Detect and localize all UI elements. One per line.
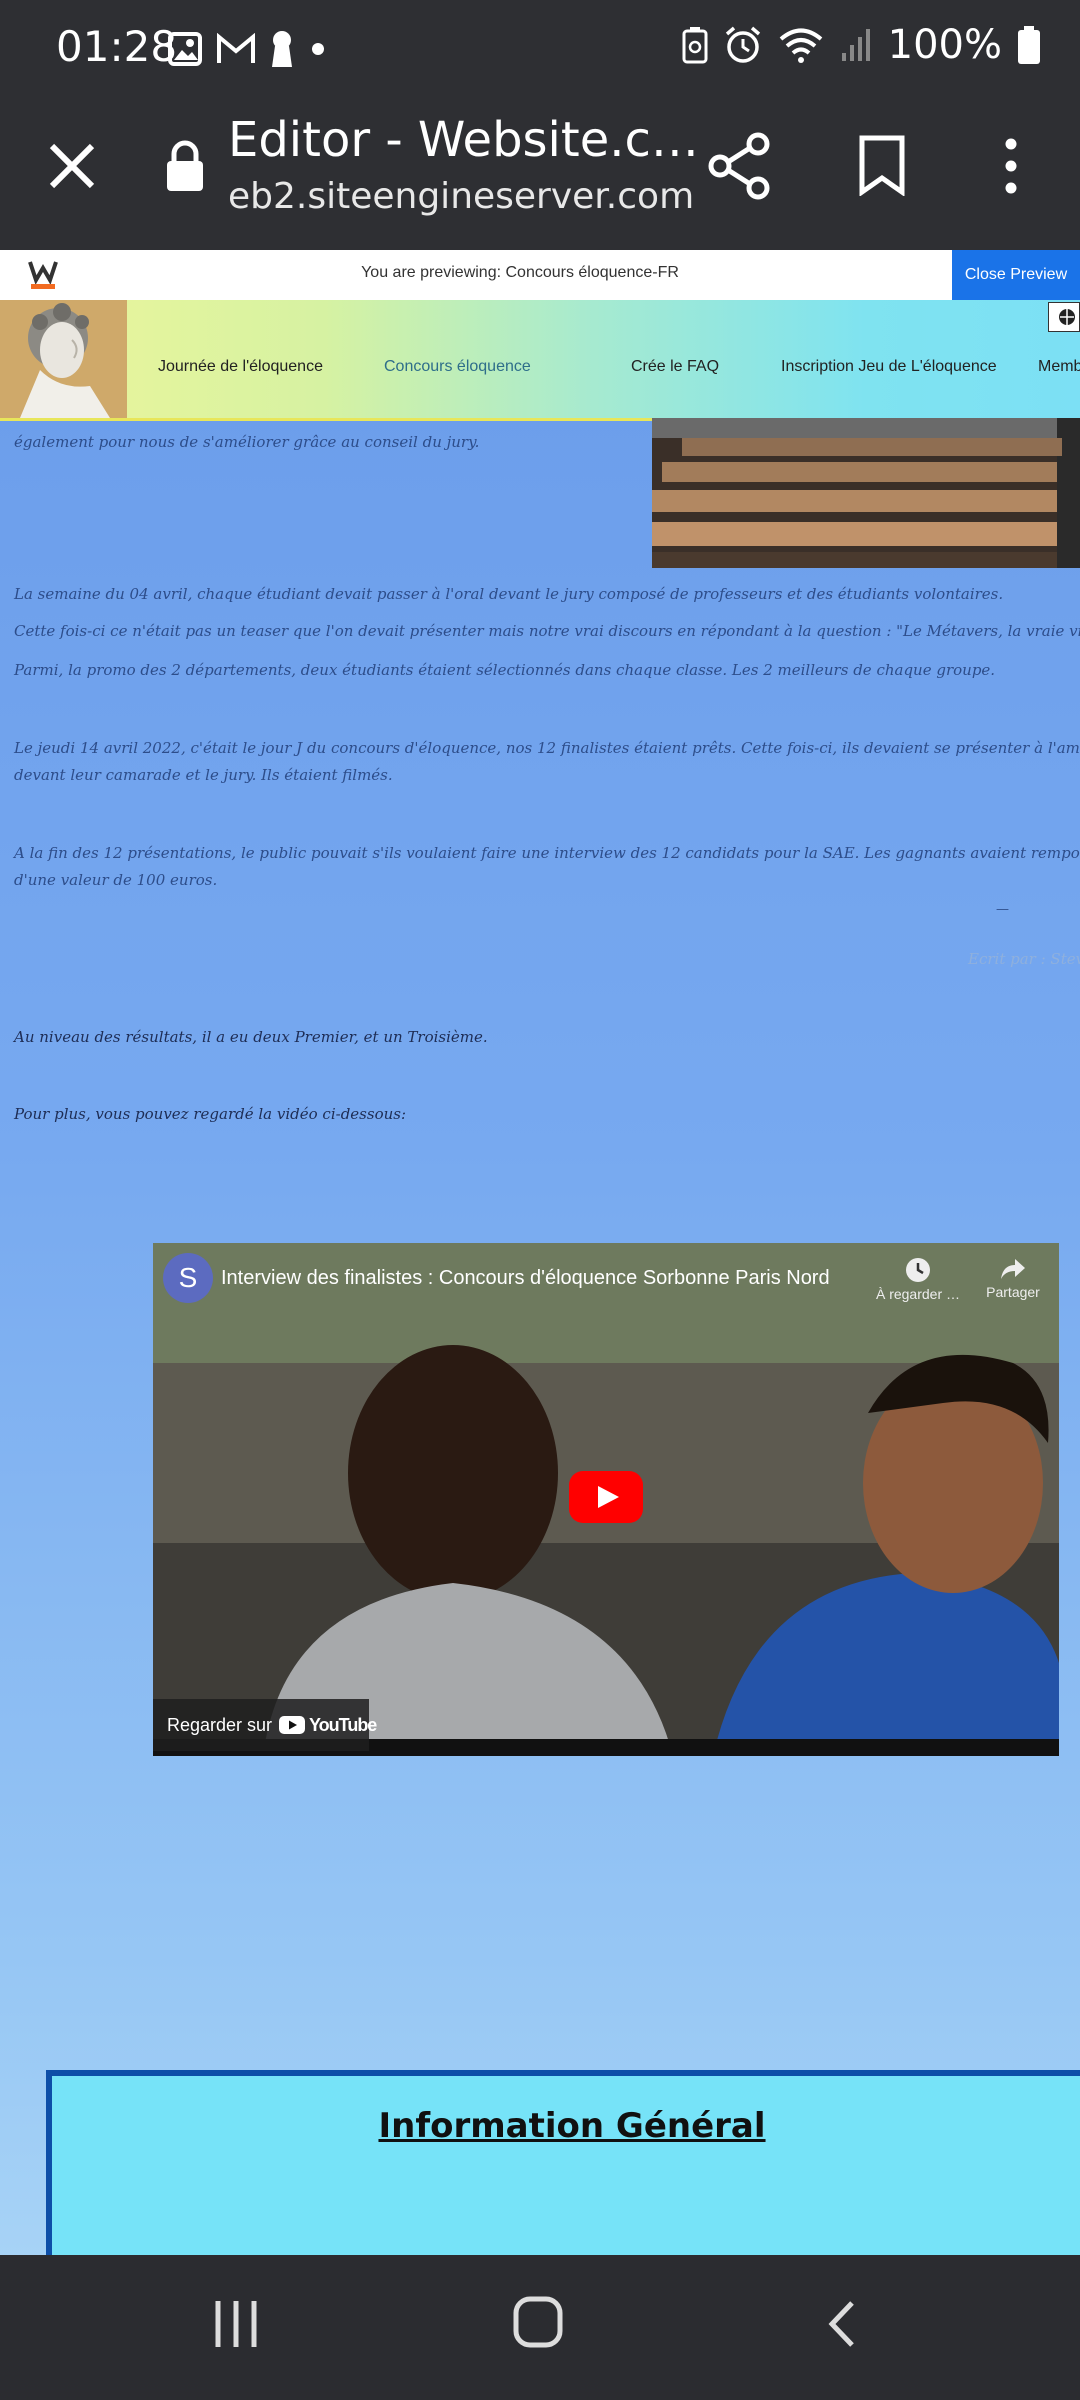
browser-toolbar: Editor - Website.c… eb2.siteengineserver… xyxy=(0,100,1080,250)
close-preview-button[interactable]: Close Preview xyxy=(952,250,1080,300)
play-icon xyxy=(598,1486,619,1508)
video-share-button[interactable]: Partager xyxy=(973,1257,1053,1300)
web-page: You are previewing: Concours éloquence-F… xyxy=(0,250,1080,2255)
signal-icon xyxy=(841,29,870,61)
paragraph-4b: devant leur camarade et le jury. Ils éta… xyxy=(14,766,393,784)
battery-icon xyxy=(1018,26,1040,64)
bookmark-icon[interactable] xyxy=(858,134,906,196)
paragraph-3: Parmi, la promo des 2 départements, deux… xyxy=(14,661,996,679)
video-title[interactable]: Interview des finalistes : Concours d'él… xyxy=(221,1267,830,1290)
youtube-logo-icon xyxy=(279,1716,305,1734)
gmail-icon xyxy=(217,33,255,63)
share-icon[interactable] xyxy=(708,132,772,200)
system-nav-bar xyxy=(0,2255,1080,2400)
notification-icons xyxy=(168,30,328,68)
watch-on-label: Regarder sur xyxy=(167,1715,273,1735)
watch-later-label: À regarder … xyxy=(875,1286,961,1302)
results-text: Au niveau des résultats, il a eu deux Pr… xyxy=(14,1028,488,1046)
classroom-photo xyxy=(652,418,1080,568)
nav-membres[interactable]: Memb xyxy=(1038,358,1080,376)
paragraph-5a: A la fin des 12 présentations, le public… xyxy=(14,844,1080,862)
more-text: Pour plus, vous pouvez regardé la vidéo … xyxy=(14,1105,407,1123)
nav-concours[interactable]: Concours éloquence xyxy=(384,358,531,376)
nav-faq[interactable]: Crée le FAQ xyxy=(631,358,719,376)
site-navigation: Journée de l'éloquence Concours éloquenc… xyxy=(0,300,1080,421)
youtube-video[interactable]: S Interview des finalistes : Concours d'… xyxy=(153,1243,1059,1756)
dot-icon xyxy=(312,43,324,55)
status-bar: 01:28 100% xyxy=(0,0,1080,100)
nav-inscription[interactable]: Inscription Jeu de L'éloquence xyxy=(781,358,997,376)
preview-bar: You are previewing: Concours éloquence-F… xyxy=(0,250,1080,300)
lock-icon[interactable] xyxy=(165,140,205,192)
paragraph-5b: d'une valeur de 100 euros. xyxy=(14,871,218,889)
wifi-icon xyxy=(779,28,822,63)
language-selector[interactable] xyxy=(1048,302,1080,332)
back-icon[interactable] xyxy=(824,2299,858,2349)
recent-apps-icon[interactable] xyxy=(212,2299,260,2349)
paragraph-1: La semaine du 04 avril, chaque étudiant … xyxy=(14,585,1004,603)
author-credit: Ecrit par : Stev xyxy=(968,950,1080,968)
preview-message: You are previewing: Concours éloquence-F… xyxy=(361,264,679,281)
watch-later-button[interactable]: À regarder … xyxy=(863,1257,973,1302)
watch-on-youtube-button[interactable]: Regarder sur YouTube xyxy=(153,1699,377,1751)
globe-icon xyxy=(1059,309,1075,325)
gallery-icon xyxy=(168,32,202,66)
page-url[interactable]: eb2.siteengineserver.com xyxy=(228,176,694,217)
alarm-icon xyxy=(725,26,760,63)
page-title[interactable]: Editor - Website.c… xyxy=(228,112,699,168)
site-logo-statue[interactable] xyxy=(0,300,127,418)
info-section: Information Général xyxy=(46,2070,1080,2255)
keyhole-icon xyxy=(272,31,292,67)
battery-percent: 100% xyxy=(887,22,1002,68)
close-icon[interactable] xyxy=(44,138,100,194)
youtube-wordmark: YouTube xyxy=(309,1715,377,1735)
status-right: 100% xyxy=(682,22,1040,68)
nav-journee[interactable]: Journée de l'éloquence xyxy=(158,358,323,376)
status-time: 01:28 xyxy=(56,22,178,71)
play-button[interactable] xyxy=(569,1471,643,1523)
share-arrow-icon xyxy=(1001,1259,1025,1279)
channel-avatar[interactable]: S xyxy=(163,1253,213,1303)
paragraph-4a: Le jeudi 14 avril 2022, c'était le jour … xyxy=(14,739,1080,757)
home-icon[interactable] xyxy=(512,2295,564,2349)
clock-icon xyxy=(906,1258,930,1282)
battery-saver-icon xyxy=(682,27,708,64)
info-title: Information Général xyxy=(378,2106,766,2146)
separator-dash: — xyxy=(996,902,1009,917)
video-share-label: Partager xyxy=(986,1284,1040,1300)
paragraph-0: également pour nous de s'améliorer grâce… xyxy=(14,433,480,451)
more-icon[interactable] xyxy=(996,136,1026,196)
paragraph-2: Cette fois-ci ce n'était pas un teaser q… xyxy=(14,622,1080,640)
